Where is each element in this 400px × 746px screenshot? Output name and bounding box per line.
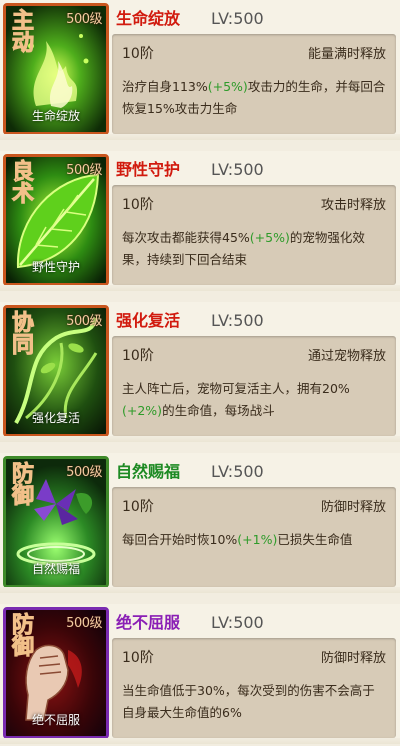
skill-card[interactable]: 防御 500级 绝不屈服 绝不屈服 LV:500 10阶 防御时释放 当生命值低… <box>0 604 400 744</box>
skill-type-label: 良术 <box>11 159 34 207</box>
skill-level: LV:500 <box>211 9 264 28</box>
skill-description: 主人阵亡后，宠物可复活主人，拥有20% (+2%)的生命值，每场战斗 <box>122 378 386 422</box>
skill-rank: 10阶 <box>122 650 154 666</box>
desc-text: 当生命值低于30%，每次受到的伤害不会高于自身最大生命值的6% <box>122 683 375 720</box>
skill-info-panel: 10阶 防御时释放 当生命值低于30%，每次受到的伤害不会高于自身最大生命值的6… <box>112 638 396 738</box>
skill-icon-frame[interactable]: 良术 500级 野性守护 <box>3 154 109 286</box>
desc-bonus: (+1%) <box>237 532 278 547</box>
skill-description: 治疗自身113%(+5%)攻击力的生命，并每回合恢复15%攻击力生命 <box>122 76 386 120</box>
skill-icon-frame[interactable]: 防御 500级 绝不屈服 <box>3 607 109 739</box>
skill-card[interactable]: 主动 500级 生命绽放 生命绽放 LV:500 10阶 能量满时释放 治疗自身… <box>0 0 400 140</box>
skill-title: 绝不屈服 <box>116 613 181 632</box>
skill-trigger: 防御时释放 <box>320 651 386 666</box>
skill-title: 自然赐福 <box>116 462 181 481</box>
skill-icon-frame[interactable]: 防御 500级 自然赐福 <box>3 456 109 588</box>
skill-icon-level: 500级 <box>66 465 102 480</box>
desc-text: 主人阵亡后，宠物可复活主人，拥有20% <box>122 381 350 396</box>
skill-trigger: 防御时释放 <box>320 500 386 515</box>
skill-description: 每次攻击都能获得45%(+5%)的宠物强化效果，持续到下回合结束 <box>122 227 386 271</box>
desc-text: 每次攻击都能获得45% <box>122 230 250 245</box>
skill-rank: 10阶 <box>122 197 154 213</box>
skill-icon-name: 绝不屈服 <box>31 713 80 727</box>
skill-rank: 10阶 <box>122 46 154 62</box>
skill-rank: 10阶 <box>122 499 154 515</box>
skill-trigger: 能量满时释放 <box>307 47 386 62</box>
skill-type-label: 防御 <box>11 461 34 509</box>
desc-text: 已损失生命值 <box>277 532 353 547</box>
skill-info-panel: 10阶 能量满时释放 治疗自身113%(+5%)攻击力的生命，并每回合恢复15%… <box>112 34 396 134</box>
skill-icon-level: 500级 <box>66 12 102 27</box>
skill-level: LV:500 <box>211 613 264 632</box>
skill-description: 当生命值低于30%，每次受到的伤害不会高于自身最大生命值的6% <box>122 680 386 724</box>
desc-bonus: (+5%) <box>249 230 290 245</box>
desc-text: 每回合开始时恢10% <box>122 532 238 547</box>
skill-trigger: 攻击时释放 <box>320 198 386 213</box>
skill-icon-name: 野性守护 <box>31 260 80 274</box>
skill-icon-frame[interactable]: 主动 500级 生命绽放 <box>3 3 109 135</box>
skill-card[interactable]: 良术 500级 野性守护 野性守护 LV:500 10阶 攻击时释放 每次攻击都… <box>0 151 400 291</box>
skill-icon-name: 强化复活 <box>31 411 80 425</box>
skill-info-panel: 10阶 通过宠物释放 主人阵亡后，宠物可复活主人，拥有20% (+2%)的生命值，… <box>112 336 396 436</box>
desc-text: 治疗自身113% <box>122 79 208 94</box>
skill-icon-level: 500级 <box>66 314 102 329</box>
desc-text: 的生命值，每场战斗 <box>162 403 275 418</box>
skill-type-label: 主动 <box>11 8 34 56</box>
skill-level: LV:500 <box>211 160 264 179</box>
skill-icon-level: 500级 <box>66 163 102 178</box>
skill-card[interactable]: 协同 500级 强化复活 强化复活 LV:500 10阶 通过宠物释放 主人阵亡… <box>0 302 400 442</box>
skill-type-label: 协同 <box>11 310 34 358</box>
skill-level: LV:500 <box>211 311 264 330</box>
skill-icon-name: 自然赐福 <box>31 562 80 576</box>
skill-title: 生命绽放 <box>116 9 181 28</box>
skill-icon-frame[interactable]: 协同 500级 强化复活 <box>3 305 109 437</box>
skill-icon-name: 生命绽放 <box>31 109 80 123</box>
skill-card[interactable]: 防御 500级 自然赐福 自然赐福 LV:500 10阶 防御时释放 每回合开始… <box>0 453 400 593</box>
desc-bonus: (+2%) <box>122 403 163 418</box>
skill-description: 每回合开始时恢10%(+1%)已损失生命值 <box>122 529 386 551</box>
skill-trigger: 通过宠物释放 <box>307 349 386 364</box>
skill-icon-level: 500级 <box>66 616 102 631</box>
skill-level: LV:500 <box>211 462 264 481</box>
skill-info-panel: 10阶 攻击时释放 每次攻击都能获得45%(+5%)的宠物强化效果，持续到下回合… <box>112 185 396 285</box>
skill-info-panel: 10阶 防御时释放 每回合开始时恢10%(+1%)已损失生命值 <box>112 487 396 587</box>
desc-bonus: (+5%) <box>207 79 248 94</box>
skill-title: 强化复活 <box>116 311 181 330</box>
skill-title: 野性守护 <box>116 160 181 179</box>
skill-rank: 10阶 <box>122 348 154 364</box>
skill-type-label: 防御 <box>11 612 34 660</box>
